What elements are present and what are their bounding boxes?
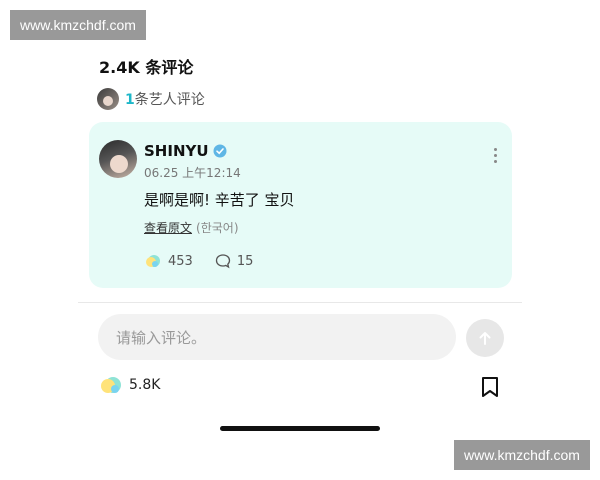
verified-icon <box>213 144 227 158</box>
comment-input[interactable]: 请输入评论。 <box>98 314 456 360</box>
artist-comment-card: SHINYU 06.25 上午12:14 是啊是啊! 辛苦了 宝贝 查看原文 (… <box>89 122 512 288</box>
divider <box>78 302 522 303</box>
watermark-bottom: www.kmzchdf.com <box>454 440 590 470</box>
home-indicator <box>220 426 380 431</box>
send-button[interactable] <box>466 319 504 357</box>
post-like-count: 5.8K <box>129 377 161 393</box>
comment-text: 是啊是啊! 辛苦了 宝贝 <box>144 191 295 209</box>
bookmark-icon[interactable] <box>480 376 500 398</box>
comment-timestamp: 06.25 上午12:14 <box>144 166 241 180</box>
artist-comments-filter[interactable]: 1条艺人评论 <box>97 88 205 110</box>
post-like-button[interactable]: 5.8K <box>99 374 160 396</box>
username[interactable]: SHINYU <box>144 142 209 160</box>
username-row: SHINYU <box>144 142 227 160</box>
comments-title: 2.4K 条评论 <box>99 58 194 77</box>
watermark-text: www.kmzchdf.com <box>20 17 136 33</box>
like-count: 453 <box>168 253 193 269</box>
like-icon <box>146 255 160 267</box>
reply-count: 15 <box>236 253 254 269</box>
watermark-top: www.kmzchdf.com <box>10 10 146 40</box>
send-icon <box>479 332 491 345</box>
like-button[interactable]: 453 <box>144 253 193 269</box>
original-language: (한국어) <box>196 221 239 235</box>
comment-input-placeholder: 请输入评论。 <box>116 328 207 347</box>
artist-comment-label: 条艺人评论 <box>134 92 205 108</box>
avatar[interactable] <box>99 140 137 178</box>
reply-icon <box>215 254 230 269</box>
watermark-text: www.kmzchdf.com <box>464 447 580 463</box>
artist-comment-count: 1 <box>125 92 135 108</box>
comment-stats: 453 15 <box>144 253 275 269</box>
artist-avatar <box>97 88 119 110</box>
reply-button[interactable]: 15 <box>215 253 254 269</box>
like-icon <box>101 377 121 393</box>
view-original-link[interactable]: 查看原文 <box>144 219 192 236</box>
translate-row: 查看原文 (한국어) <box>144 219 239 236</box>
more-icon[interactable] <box>494 148 498 166</box>
